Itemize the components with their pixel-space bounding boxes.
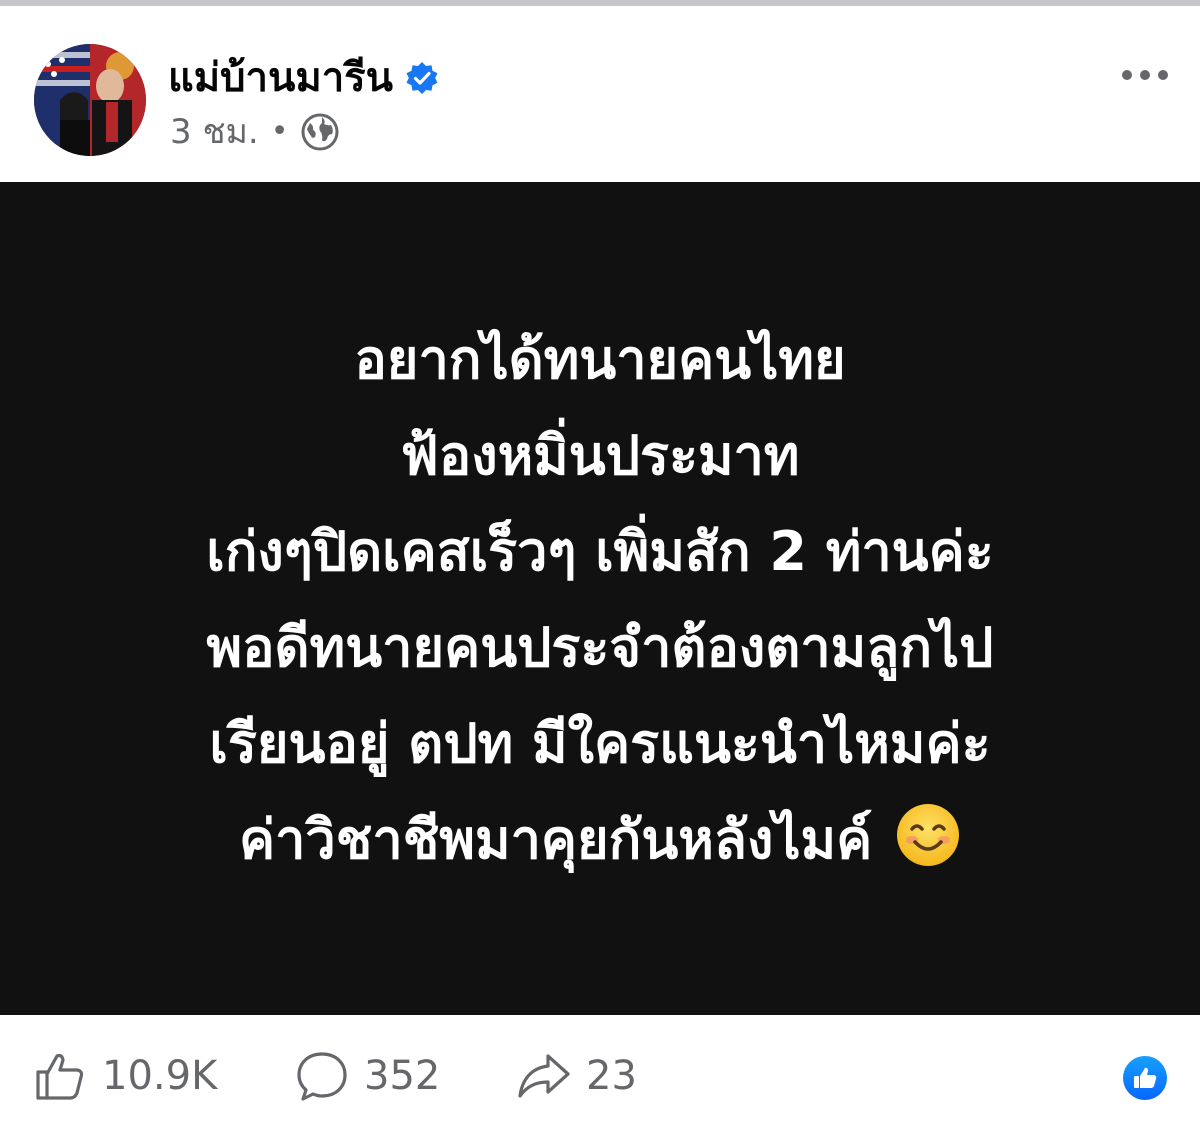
globe-icon[interactable] bbox=[300, 112, 340, 152]
verified-badge-icon bbox=[405, 61, 439, 95]
more-options-icon bbox=[1122, 70, 1168, 80]
share-arrow-icon bbox=[516, 1048, 572, 1104]
share-count: 23 bbox=[586, 1053, 637, 1099]
share-button[interactable]: 23 bbox=[516, 1048, 637, 1104]
post-text-line-last: ค่าวิชาชีพมาคุยกันหลังไมค์ bbox=[40, 792, 1160, 888]
post-actions-bar: 10.9K 352 23 bbox=[0, 1015, 1200, 1131]
post-text-line: เก่งๆปิดเคสเร็วๆ เพิ่มสัก 2 ท่านค่ะ bbox=[206, 520, 994, 583]
comment-button[interactable]: 352 bbox=[294, 1048, 440, 1104]
post-text: อยากได้ทนายคนไทย ฟ้องหมิ่นประมาท เก่งๆปิ… bbox=[40, 312, 1160, 888]
author-avatar[interactable] bbox=[34, 44, 146, 156]
post-text-background: อยากได้ทนายคนไทย ฟ้องหมิ่นประมาท เก่งๆปิ… bbox=[0, 182, 1200, 1015]
post-text-line: อยากได้ทนายคนไทย bbox=[354, 328, 846, 391]
speech-bubble-icon bbox=[294, 1048, 350, 1104]
post-header: แม่บ้านมารีน 3 ชม. • bbox=[0, 6, 1200, 182]
more-options-button[interactable] bbox=[1116, 56, 1174, 94]
author-name[interactable]: แม่บ้านมารีน bbox=[168, 52, 393, 104]
comment-count: 352 bbox=[364, 1053, 441, 1099]
like-reaction-icon[interactable] bbox=[1122, 1055, 1168, 1101]
post-meta: 3 ชม. • bbox=[170, 108, 340, 156]
author-row: แม่บ้านมารีน bbox=[168, 52, 439, 104]
avatar-photo bbox=[34, 44, 146, 156]
like-count: 10.9K bbox=[102, 1053, 218, 1099]
post-text-line: เรียนอยู่ ตปท มีใครแนะนำไหมค่ะ bbox=[209, 712, 991, 775]
meta-separator: • bbox=[270, 114, 289, 149]
post-timestamp[interactable]: 3 ชม. bbox=[170, 108, 259, 156]
post-text-line: ฟ้องหมิ่นประมาท bbox=[400, 424, 800, 487]
like-button[interactable]: 10.9K bbox=[32, 1048, 217, 1104]
post-text-line: พอดีทนายคนประจำต้องตามลูกไป bbox=[206, 616, 994, 679]
thumbs-up-icon bbox=[32, 1048, 88, 1104]
smiling-face-icon bbox=[895, 802, 961, 868]
post-text-line-text: ค่าวิชาชีพมาคุยกันหลังไมค์ bbox=[238, 808, 873, 871]
